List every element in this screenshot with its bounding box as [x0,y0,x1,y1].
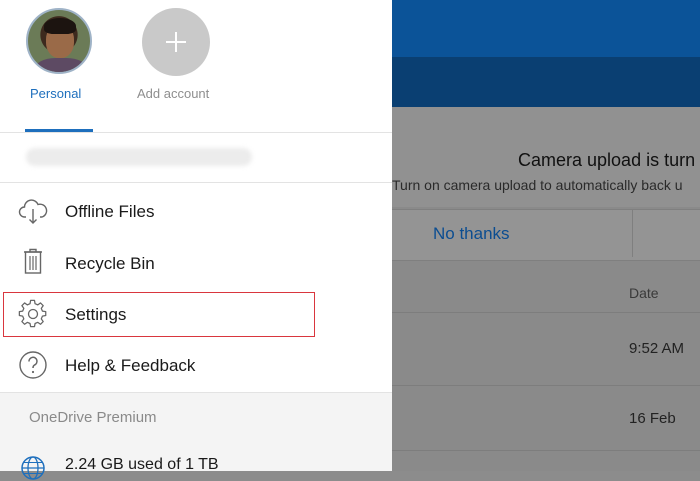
menu-item-label: Offline Files [65,202,155,221]
account-email-blurred [26,148,252,166]
menu-item-recycle-bin[interactable]: Recycle Bin [0,237,392,287]
divider [0,132,392,133]
avatar[interactable] [26,8,92,74]
menu-item-offline-files[interactable]: Offline Files [0,186,392,236]
row-date: 9:52 AM [629,340,685,357]
app-subheader [392,57,700,107]
date-column-header[interactable]: Date [629,285,659,301]
account-personal-label[interactable]: Personal [30,86,81,101]
add-account-label[interactable]: Add account [137,86,209,101]
menu-item-help-feedback[interactable]: Help & Feedback [0,340,392,390]
settings-highlight-annotation [3,292,315,337]
menu-item-label: Recycle Bin [65,254,155,273]
action-divider [632,209,633,257]
divider [0,182,392,183]
navigation-drawer: Personal Add account Offline Files Recyc… [0,0,392,480]
cloud-download-icon [18,199,48,224]
no-thanks-button[interactable]: No thanks [433,224,510,244]
add-account-button[interactable] [142,8,210,76]
globe-icon [21,456,45,480]
row-divider [392,450,700,451]
divider [0,392,392,393]
plus-icon [166,32,186,52]
banner-text: Turn on camera upload to automatically b… [392,177,683,193]
help-icon [19,351,47,379]
banner-title: Camera upload is turn [518,150,696,170]
premium-heading: OneDrive Premium [29,409,157,426]
app-header [392,0,700,57]
row-divider [392,312,700,313]
background-app: Camera upload is turn Turn on camera upl… [392,0,700,471]
storage-usage-label[interactable]: 2.24 GB used of 1 TB [65,456,219,474]
row-date: 16 Feb [629,410,676,427]
trash-icon [24,248,42,274]
menu-item-label: Help & Feedback [65,356,196,375]
row-divider [392,385,700,386]
